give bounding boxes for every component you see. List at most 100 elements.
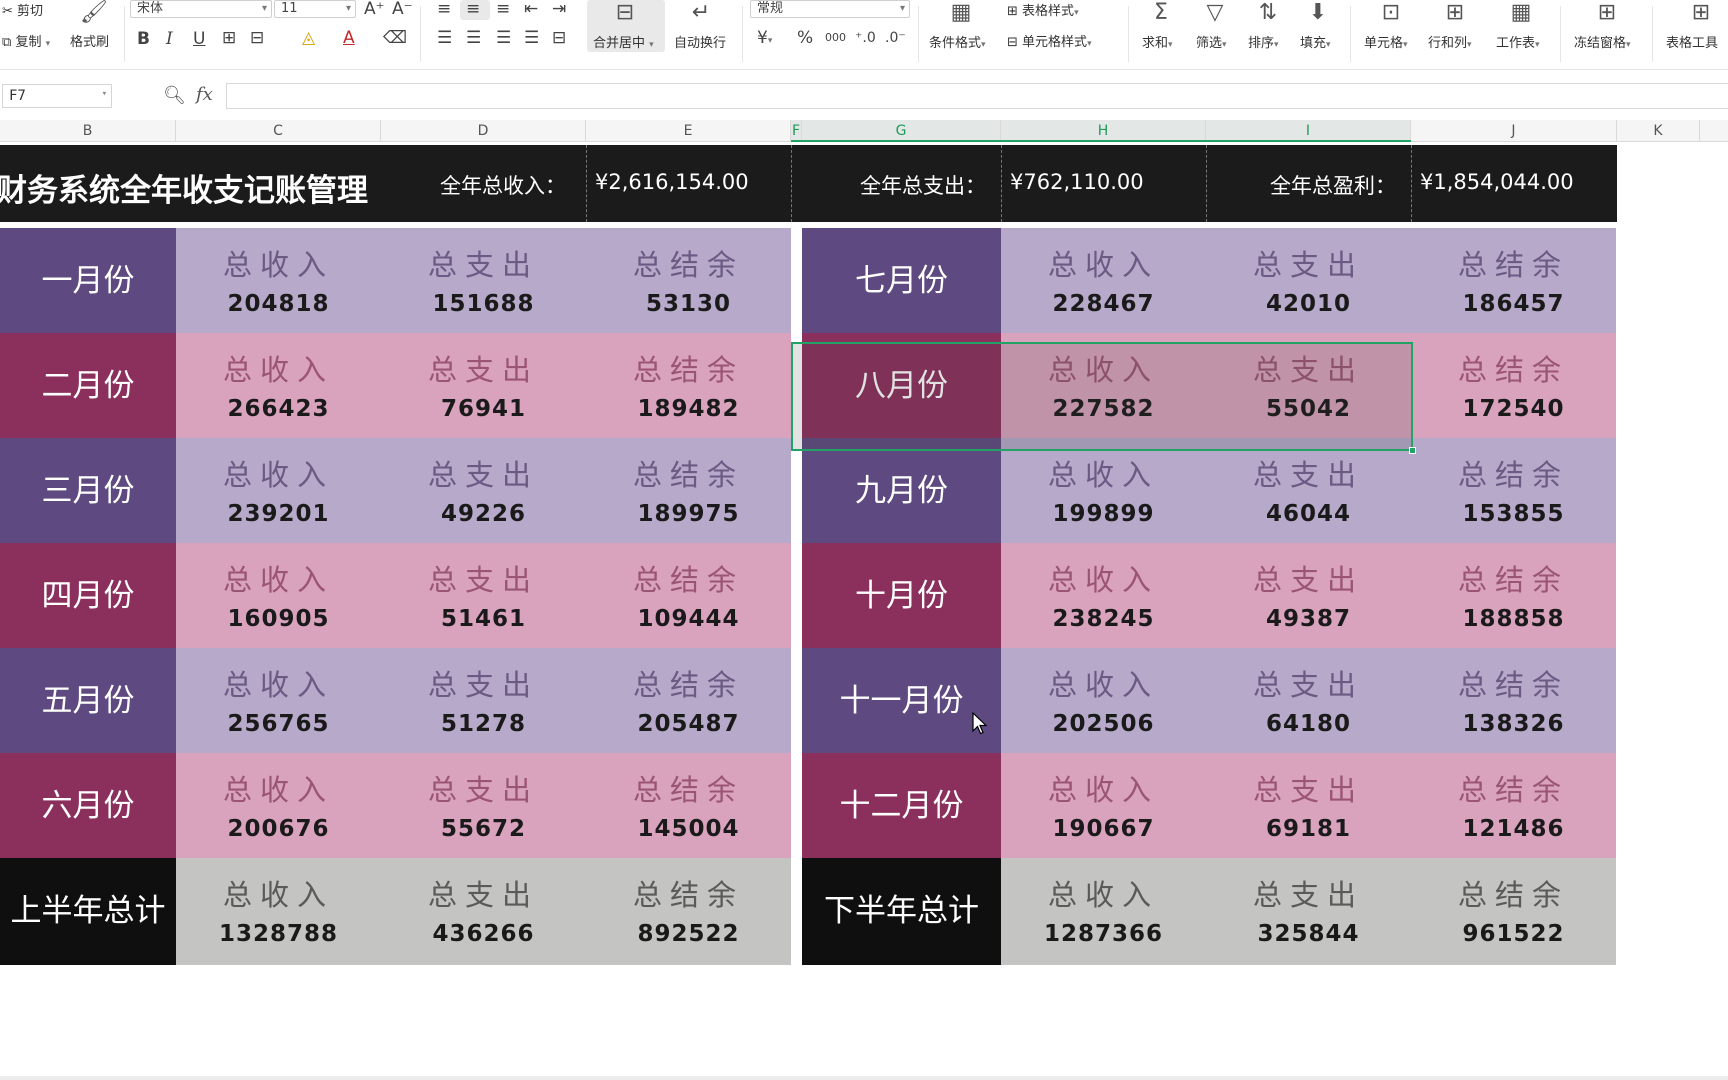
month-label[interactable]: 十一月份 bbox=[802, 648, 1001, 755]
currency-button[interactable]: ¥▾ bbox=[757, 29, 772, 50]
filter-icon[interactable]: ▽ bbox=[1202, 2, 1228, 24]
balance-cell[interactable]: 总结余 205487 bbox=[586, 648, 791, 755]
income-cell[interactable]: 总收入 239201 bbox=[176, 438, 381, 545]
conditional-format-icon[interactable]: ▦ bbox=[948, 2, 974, 24]
income-cell[interactable]: 总收入 199899 bbox=[1001, 438, 1206, 545]
align-right-icon[interactable]: ☰ bbox=[496, 29, 511, 47]
worksheet-button[interactable]: 工作表▾ bbox=[1496, 32, 1540, 51]
eraser-icon[interactable]: ⌫ bbox=[383, 29, 407, 47]
balance-cell[interactable]: 总结余 121486 bbox=[1411, 753, 1616, 860]
expense-cell[interactable]: 总支出 51461 bbox=[381, 543, 586, 650]
row-col-icon[interactable]: ⊞ bbox=[1442, 2, 1468, 24]
align-middle-icon[interactable]: ≡ bbox=[466, 0, 480, 18]
merge-center-button[interactable]: 合并居中 ▾ bbox=[593, 32, 654, 51]
balance-cell[interactable]: 总结余 145004 bbox=[586, 753, 791, 860]
income-cell[interactable]: 总收入 238245 bbox=[1001, 543, 1206, 650]
month-label[interactable]: 九月份 bbox=[802, 438, 1001, 545]
freeze-panes-icon[interactable]: ⊞ bbox=[1594, 2, 1620, 24]
income-cell[interactable]: 总收入 200676 bbox=[176, 753, 381, 860]
balance-cell[interactable]: 总结余 53130 bbox=[586, 228, 791, 335]
expense-cell[interactable]: 总支出 55672 bbox=[381, 753, 586, 860]
month-label[interactable]: 四月份 bbox=[0, 543, 176, 650]
month-label[interactable]: 七月份 bbox=[802, 228, 1001, 335]
fill-button[interactable]: 填充▾ bbox=[1300, 32, 1331, 51]
column-header-e[interactable]: E bbox=[586, 120, 791, 142]
balance-cell[interactable]: 总结余 109444 bbox=[586, 543, 791, 650]
column-header-g[interactable]: G bbox=[802, 120, 1001, 142]
distribute-icon[interactable]: ⊟ bbox=[552, 29, 566, 47]
balance-cell[interactable]: 总结余 189482 bbox=[586, 333, 791, 440]
font-name-select[interactable]: 宋体 ▾ bbox=[130, 0, 272, 18]
fx-button[interactable]: fx bbox=[196, 84, 213, 105]
cell-style-button[interactable]: ⊟ 单元格样式▾ bbox=[1007, 31, 1092, 50]
border-style-icon[interactable]: ⊟ bbox=[250, 29, 264, 47]
column-header-i[interactable]: I bbox=[1206, 120, 1411, 142]
expense-cell[interactable]: 总支出 436266 bbox=[381, 858, 586, 965]
border-icon[interactable]: ⊞ bbox=[222, 29, 236, 47]
income-cell[interactable]: 总收入 1287366 bbox=[1001, 858, 1206, 965]
expense-cell[interactable]: 总支出 64180 bbox=[1206, 648, 1411, 755]
expense-cell[interactable]: 总支出 49226 bbox=[381, 438, 586, 545]
merge-center-icon[interactable]: ⊟ bbox=[612, 2, 638, 24]
number-format-select[interactable]: 常规 ▾ bbox=[750, 0, 910, 18]
balance-cell[interactable]: 总结余 961522 bbox=[1411, 858, 1616, 965]
balance-cell[interactable]: 总结余 172540 bbox=[1411, 333, 1616, 440]
expense-cell[interactable]: 总支出 325844 bbox=[1206, 858, 1411, 965]
bold-button[interactable]: B bbox=[137, 30, 150, 48]
indent-increase-icon[interactable]: ⇥ bbox=[552, 0, 566, 18]
month-label[interactable]: 十二月份 bbox=[802, 753, 1001, 860]
income-cell[interactable]: 总收入 202506 bbox=[1001, 648, 1206, 755]
balance-cell[interactable]: 总结余 138326 bbox=[1411, 648, 1616, 755]
expense-cell[interactable]: 总支出 151688 bbox=[381, 228, 586, 335]
table-tools-button[interactable]: 表格工具 bbox=[1666, 32, 1718, 51]
column-header-k[interactable]: K bbox=[1617, 120, 1700, 142]
copy-button[interactable]: ⧉ 复制 ▾ bbox=[2, 31, 50, 50]
justify-icon[interactable]: ☰ bbox=[524, 29, 539, 47]
expense-cell[interactable]: 总支出 69181 bbox=[1206, 753, 1411, 860]
font-size-select[interactable]: 11 ▾ bbox=[274, 0, 356, 18]
align-bottom-icon[interactable]: ≡ bbox=[496, 0, 510, 18]
cell-button[interactable]: 单元格▾ bbox=[1364, 32, 1408, 51]
worksheet-icon[interactable]: ▦ bbox=[1508, 2, 1534, 24]
expense-cell[interactable]: 总支出 46044 bbox=[1206, 438, 1411, 545]
decrease-font-icon[interactable]: A⁻ bbox=[392, 0, 413, 18]
format-painter-icon[interactable]: 🖌 bbox=[80, 2, 108, 24]
month-label[interactable]: 上半年总计 bbox=[0, 858, 176, 965]
column-header-c[interactable]: C bbox=[176, 120, 381, 142]
month-label[interactable]: 三月份 bbox=[0, 438, 176, 545]
balance-cell[interactable]: 总结余 892522 bbox=[586, 858, 791, 965]
column-header-f[interactable]: F bbox=[791, 120, 802, 142]
italic-button[interactable]: I bbox=[166, 30, 173, 48]
month-label[interactable]: 五月份 bbox=[0, 648, 176, 755]
align-top-icon[interactable]: ≡ bbox=[437, 0, 451, 18]
balance-cell[interactable]: 总结余 188858 bbox=[1411, 543, 1616, 650]
magnifier-icon[interactable]: 🔍︎ bbox=[163, 85, 186, 106]
sum-button[interactable]: 求和▾ bbox=[1142, 32, 1173, 51]
income-cell[interactable]: 总收入 160905 bbox=[176, 543, 381, 650]
column-header-j[interactable]: J bbox=[1411, 120, 1617, 142]
cell-icon[interactable]: ⊡ bbox=[1378, 2, 1404, 24]
increase-font-icon[interactable]: A⁺ bbox=[364, 0, 385, 18]
conditional-format-button[interactable]: 条件格式▾ bbox=[929, 32, 986, 51]
decrease-decimal-icon[interactable]: .0⁻ bbox=[885, 29, 906, 47]
column-header-b[interactable]: B bbox=[0, 120, 176, 142]
freeze-panes-button[interactable]: 冻结窗格▾ bbox=[1574, 32, 1631, 51]
income-cell[interactable]: 总收入 190667 bbox=[1001, 753, 1206, 860]
income-cell[interactable]: 总收入 1328788 bbox=[176, 858, 381, 965]
underline-button[interactable]: U bbox=[193, 30, 205, 48]
increase-decimal-icon[interactable]: ⁺.0 bbox=[855, 29, 876, 47]
align-left-icon[interactable]: ☰ bbox=[437, 29, 452, 47]
income-cell[interactable]: 总收入 256765 bbox=[176, 648, 381, 755]
filter-button[interactable]: 筛选▾ bbox=[1196, 32, 1227, 51]
balance-cell[interactable]: 总结余 153855 bbox=[1411, 438, 1616, 545]
wrap-text-icon[interactable]: ↵ bbox=[688, 2, 714, 24]
table-tools-icon[interactable]: ⊞ bbox=[1688, 2, 1714, 24]
row-col-button[interactable]: 行和列▾ bbox=[1428, 32, 1472, 51]
sort-icon[interactable]: ⇅ bbox=[1255, 2, 1281, 24]
month-label[interactable]: 二月份 bbox=[0, 333, 176, 440]
income-cell[interactable]: 总收入 204818 bbox=[176, 228, 381, 335]
fill-color-icon[interactable]: ◬ bbox=[302, 29, 315, 47]
expense-cell[interactable]: 总支出 51278 bbox=[381, 648, 586, 755]
expense-cell[interactable]: 总支出 76941 bbox=[381, 333, 586, 440]
month-label[interactable]: 六月份 bbox=[0, 753, 176, 860]
